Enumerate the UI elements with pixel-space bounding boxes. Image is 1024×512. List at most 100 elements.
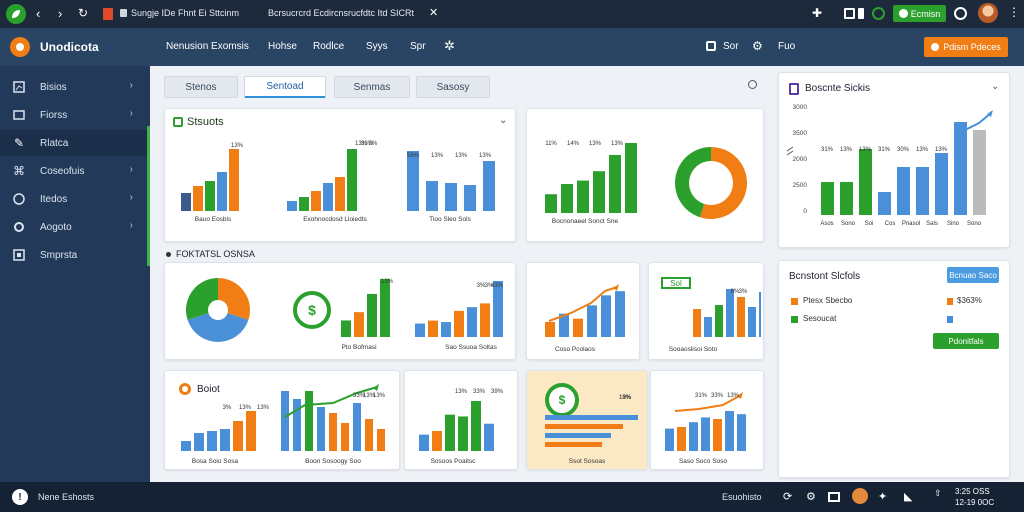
nav-item-syys[interactable]: Syys <box>366 41 388 52</box>
chart-bar <box>737 297 745 337</box>
y-tick-label: 3000 <box>793 104 808 111</box>
primary-button[interactable]: Pdism Pdeces <box>924 37 1008 57</box>
sidebar-item-aogoto[interactable]: Aogoto › <box>0 214 147 240</box>
chart-bar <box>545 442 602 447</box>
close-tab-icon[interactable]: ✕ <box>429 6 438 19</box>
chart-bar <box>217 172 227 211</box>
tab-title[interactable]: Sungje IDe Fhnt Ei Sttcinm <box>131 8 239 18</box>
data-label: Asos <box>820 221 833 227</box>
data-label: 13% <box>859 147 872 153</box>
sidebar-item-coseofuis[interactable]: ⌘ Coseofuis › <box>0 158 147 184</box>
volume-icon[interactable]: ◣ <box>904 490 912 503</box>
sidebar-item-smprsta[interactable]: Smprsta <box>0 242 147 268</box>
trend-card: Coso Pcolaos <box>526 262 640 360</box>
sidebar-item-itedos[interactable]: Itedos › <box>0 186 147 212</box>
star-icon[interactable]: ✲ <box>444 38 455 54</box>
chart-bar <box>748 307 756 337</box>
data-label: 13% <box>611 141 624 147</box>
chevron-right-icon: › <box>129 192 133 203</box>
forward-icon[interactable]: › <box>58 6 62 21</box>
window-icon[interactable] <box>858 8 864 19</box>
search-icon[interactable] <box>748 80 757 89</box>
nav-item-spr[interactable]: Spr <box>410 41 426 52</box>
clock-icon[interactable] <box>954 7 967 20</box>
brand-logo-icon[interactable] <box>10 37 30 57</box>
chart-bar <box>207 431 217 451</box>
settings-icon[interactable]: ⚙ <box>752 39 763 53</box>
browser-action-button[interactable]: Ecmisn <box>893 5 946 22</box>
chart-bar <box>299 197 309 211</box>
leaf-icon <box>173 117 183 127</box>
main-content: Stenos Sentoad Senmas Sasosy Stsuots ⌄ 1… <box>150 66 1024 482</box>
data-label: 13% <box>455 153 468 159</box>
clock-time: 3:25 OSS <box>955 487 990 496</box>
filter-button[interactable]: Bcnuao Saco <box>947 267 999 283</box>
legend-value-swatch <box>947 316 953 323</box>
sidebar-item-bisios[interactable]: Bisios › <box>0 74 147 100</box>
chevron-right-icon: › <box>129 108 133 119</box>
nav-item-hohse[interactable]: Hohse <box>268 41 297 52</box>
bar-chart: 31% 33% 13% Saso Soco Soso <box>665 392 746 465</box>
bar-chart: 3% 13% 13% Bosa Soio Sosa <box>181 405 270 465</box>
upload-icon[interactable]: ⇧ <box>934 488 942 499</box>
data-label: 39% <box>491 389 504 395</box>
header-item-sor[interactable]: Sor <box>723 41 739 52</box>
chart-bar <box>367 293 377 337</box>
y-tick-label: 0 <box>803 208 807 215</box>
data-label: 30% <box>897 147 910 153</box>
sidebar-item-rlatca[interactable]: ✎ Rlatca <box>0 130 147 156</box>
chevron-right-icon: › <box>129 220 133 231</box>
brand-name[interactable]: Unodicota <box>40 40 99 54</box>
settings-icon[interactable]: ⚙ <box>806 490 816 503</box>
chevron-down-icon[interactable]: ⌄ <box>991 81 999 92</box>
chat-icon[interactable] <box>872 7 885 20</box>
tab-sasosy[interactable]: Sasosy <box>416 76 490 98</box>
avatar[interactable] <box>978 3 998 23</box>
chart-bar <box>432 431 442 451</box>
puzzle-icon[interactable]: ✚ <box>812 6 822 20</box>
sidebar-item-fiorss[interactable]: Fiorss › <box>0 102 147 128</box>
chart-bar <box>859 149 872 215</box>
address-bar[interactable]: Bcrsucrcrd Ecdircnsrucfdtc Itd SICRt <box>268 8 414 18</box>
tab-senmas[interactable]: Senmas <box>334 76 410 98</box>
menu-icon[interactable]: ⋮ <box>1008 5 1020 19</box>
leaf-app-icon[interactable] <box>6 4 26 24</box>
chart-bar <box>665 428 674 451</box>
avatar[interactable] <box>852 488 868 504</box>
lock-icon[interactable] <box>706 41 716 51</box>
network-icon[interactable]: ✦ <box>878 490 887 503</box>
lock-icon <box>120 9 127 17</box>
chart-bar <box>545 433 611 438</box>
sidebar: Bisios › Fiorss › ✎ Rlatca ⌘ Coseofuis › It… <box>0 66 150 482</box>
legend-swatch-green <box>791 316 798 323</box>
section-title: FOKTATSL OSNSA <box>176 249 255 259</box>
chart-caption: Bocnonaeel Sonct Sne <box>552 218 619 225</box>
chart-bar <box>545 424 623 429</box>
back-icon[interactable]: ‹ <box>36 6 40 21</box>
window-icon[interactable] <box>844 8 855 19</box>
chart-caption: Exohnocdosd Lloiedts <box>303 216 367 223</box>
reload-icon[interactable]: ↻ <box>78 6 88 20</box>
window-icon[interactable] <box>828 492 840 502</box>
header-item-fuo[interactable]: Fuo <box>778 41 795 52</box>
data-label: 3% <box>369 141 378 147</box>
refresh-icon[interactable]: ⟳ <box>783 490 792 503</box>
data-label: Sals <box>926 221 938 227</box>
chart-icon <box>12 80 26 94</box>
cta-button[interactable]: Pdonitfals <box>933 333 999 349</box>
chart-caption: Pto Bofmasi <box>341 344 376 351</box>
data-label: 13% <box>381 279 394 285</box>
chart-bar <box>973 130 986 215</box>
chevron-down-icon[interactable]: ⌄ <box>499 115 507 126</box>
tab-sentoad[interactable]: Sentoad <box>244 76 326 98</box>
y-tick-label: 2000 <box>793 156 808 163</box>
chart-bar <box>737 414 746 451</box>
bar-chart: 11% 14% 13% 13% Bocnonaeel Sonct Sne <box>545 141 637 225</box>
tab-stenos[interactable]: Stenos <box>164 76 238 98</box>
chart-bar <box>220 429 230 451</box>
data-label: 13% <box>916 147 929 153</box>
nav-item-rodlce[interactable]: Rodlce <box>313 41 344 52</box>
alert-icon[interactable]: ! <box>12 489 28 505</box>
nav-item-nenusion[interactable]: Nenusion Exomsis <box>166 41 249 52</box>
data-label: 43% <box>491 283 504 289</box>
